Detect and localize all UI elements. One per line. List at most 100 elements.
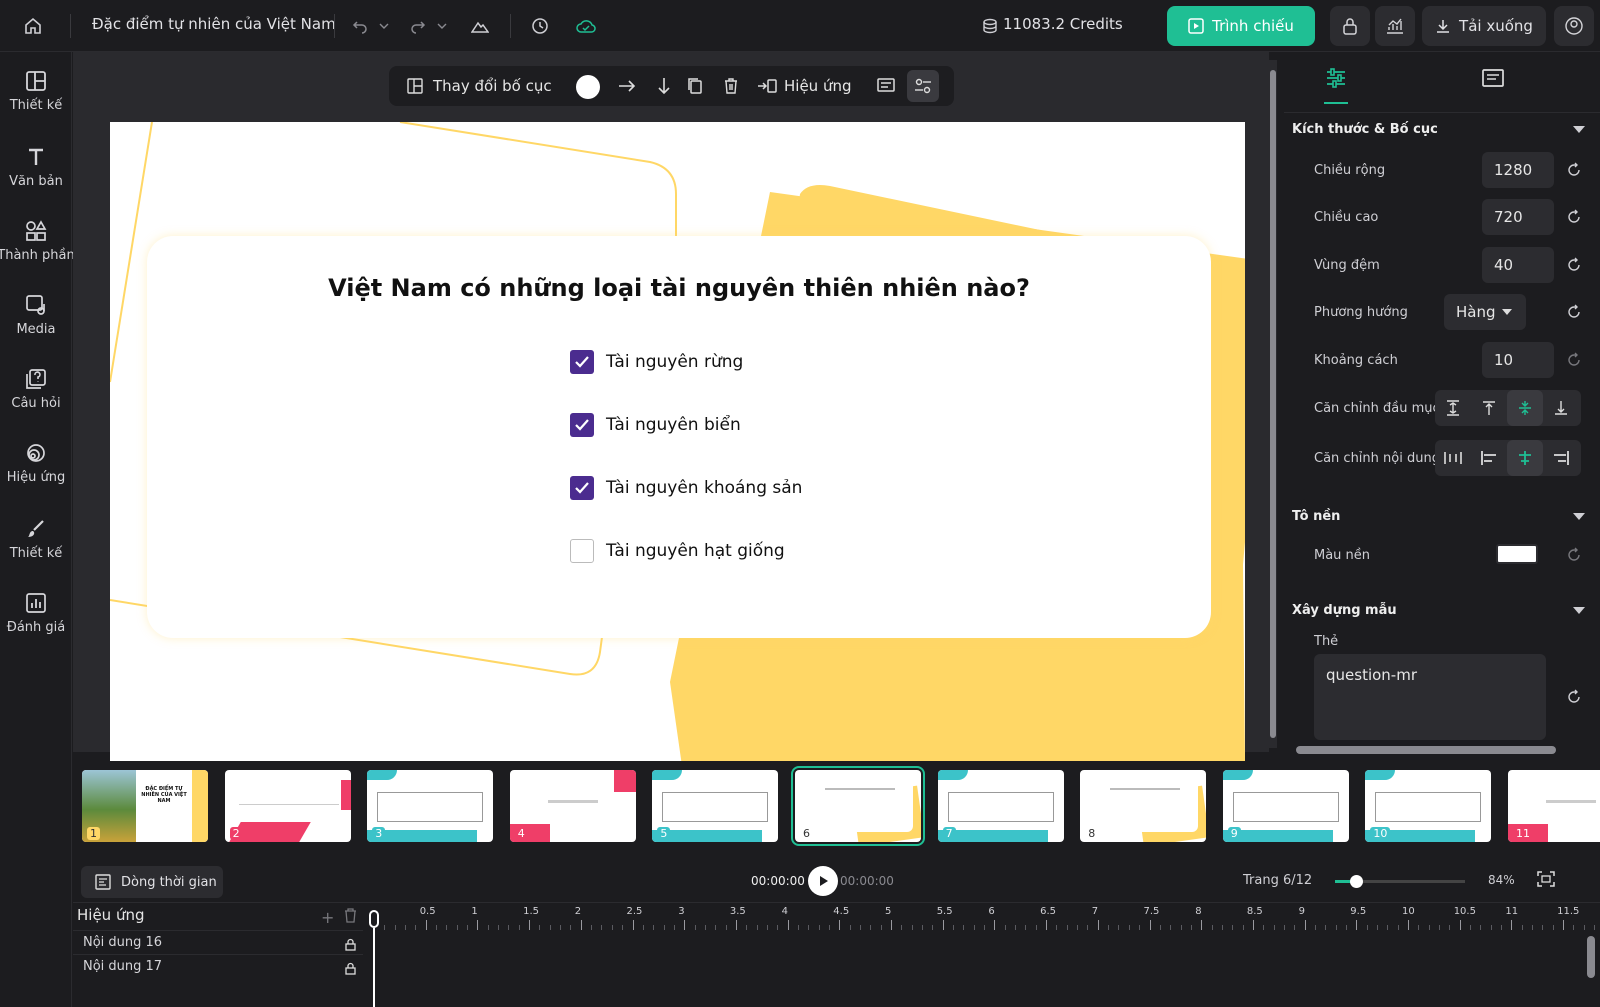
home-icon[interactable] [19,12,47,40]
properties-tab-icon[interactable] [1324,66,1348,94]
align-stretch-icon[interactable] [1435,390,1471,426]
justify-center-icon[interactable] [1507,440,1543,476]
track-row[interactable]: Nội dung 16 [73,930,363,954]
sidebar-item-assessment[interactable]: Đánh giá [0,592,72,658]
ruler-minor-tick [384,925,386,930]
ruler-minor-tick [797,925,799,930]
justify-end-icon[interactable] [1543,440,1579,476]
timeline-scrollbar[interactable] [1587,936,1595,978]
background-color-swatch[interactable] [1496,544,1538,564]
color-picker-button[interactable] [576,75,600,99]
comments-tab-icon[interactable] [1481,68,1505,94]
sidebar-item-components[interactable]: Thành phần [0,220,75,286]
present-button[interactable]: Trình chiếu [1167,6,1315,46]
panel-horizontal-scrollbar[interactable] [1296,746,1556,754]
change-layout-button[interactable]: Thay đổi bố cục [433,77,552,95]
chevron-down-icon[interactable] [428,12,456,40]
reset-icon[interactable] [1566,304,1582,320]
trash-icon[interactable] [723,77,739,99]
chevron-down-icon[interactable] [1573,126,1585,133]
lock-icon[interactable] [345,936,356,955]
zoom-slider-knob[interactable] [1349,875,1363,888]
padding-input[interactable]: 40 [1482,247,1554,283]
slide-thumbnail[interactable]: 9 [1222,770,1349,842]
effects-button[interactable]: Hiệu ứng [784,77,852,95]
reset-icon[interactable] [1566,689,1582,705]
slide-thumbnail[interactable]: 3 [367,770,494,842]
add-track-icon[interactable]: + [321,908,334,927]
settings-sliders-button[interactable] [907,70,939,102]
reset-icon[interactable] [1566,209,1582,225]
slide-thumbnail[interactable]: 10 [1365,770,1492,842]
timeline-button[interactable]: Dòng thời gian [81,866,223,898]
scrollbar-thumb[interactable] [1270,70,1276,738]
download-button[interactable]: Tải xuống [1422,6,1546,46]
align-top-icon[interactable] [1471,390,1507,426]
reset-icon[interactable] [1566,547,1582,563]
chevron-down-icon[interactable] [1573,513,1585,520]
reset-icon[interactable] [1566,162,1582,178]
slide-thumbnail[interactable]: 4 [509,770,636,842]
slide-thumbnail[interactable]: 5 [652,770,779,842]
height-input[interactable]: 720 [1482,199,1554,235]
sidebar-item-design[interactable]: Thiết kế [0,70,72,136]
sidebar-item-brush[interactable]: Thiết kế [0,518,72,584]
fit-screen-icon[interactable] [1537,871,1555,891]
arrow-down-icon[interactable] [657,77,671,99]
align-center-icon[interactable] [1507,390,1543,426]
slide-thumbnail[interactable]: 6 [791,766,925,846]
sidebar-item-effects[interactable]: Hiệu ứng [0,442,72,508]
zoom-slider[interactable] [1335,875,1465,888]
slide-thumbnail[interactable]: 2 [224,770,351,842]
timeline-button-label: Dòng thời gian [121,874,217,890]
track-row[interactable]: Nội dung 17 [73,954,363,978]
answer-option[interactable]: Tài nguyên rừng [570,350,743,374]
section-build-template[interactable]: Xây dựng mẫu [1292,603,1397,618]
document-title[interactable]: Đặc điểm tự nhiên của Việt Nam [92,15,336,33]
gap-input[interactable]: 10 [1482,342,1554,378]
history-icon[interactable] [526,12,554,40]
section-size-layout[interactable]: Kích thước & Bố cục [1292,122,1438,137]
lock-icon[interactable] [345,960,356,979]
lock-button[interactable] [1330,6,1370,46]
checkbox-checked[interactable] [570,350,594,374]
tag-textarea[interactable]: question-mr [1314,654,1546,740]
slide-thumbnail[interactable]: 7 [937,770,1064,842]
slide-canvas[interactable]: Việt Nam có những loại tài nguyên thiên … [110,122,1245,761]
account-button[interactable] [1554,6,1594,46]
checkbox-checked[interactable] [570,413,594,437]
align-bottom-icon[interactable] [1543,390,1579,426]
ruler-minor-tick [456,925,458,930]
checkbox-unchecked[interactable] [570,539,594,563]
section-background[interactable]: Tô nền [1292,509,1340,524]
width-input[interactable]: 1280 [1482,152,1554,188]
direction-select[interactable]: Hàng [1444,294,1526,330]
answer-option[interactable]: Tài nguyên khoáng sản [570,476,802,500]
playhead-handle[interactable] [369,910,379,928]
reset-icon[interactable] [1566,257,1582,273]
justify-start-icon[interactable] [1471,440,1507,476]
arrow-right-icon[interactable] [618,78,636,98]
reset-icon[interactable] [1566,352,1582,368]
sidebar-item-media[interactable]: Media [0,294,72,360]
slide-thumbnail[interactable]: 11 [1508,770,1600,842]
duplicate-icon[interactable] [687,77,703,99]
chevron-down-icon[interactable] [1573,607,1585,614]
sidebar-item-text[interactable]: Văn bản [0,146,72,212]
answer-option[interactable]: Tài nguyên biển [570,413,741,437]
slide-thumbnail[interactable]: ĐẶC ĐIỂM TỰ NHIÊN CỦA VIỆT NAM 1 [82,770,208,842]
chevron-down-icon[interactable] [370,12,398,40]
checkbox-checked[interactable] [570,476,594,500]
mountain-icon[interactable] [466,12,494,40]
sidebar-item-question[interactable]: Câu hỏi [0,368,72,434]
play-button[interactable] [808,866,838,896]
justify-between-icon[interactable] [1435,440,1471,476]
slide-thumbnail[interactable]: 8 [1080,770,1207,842]
analytics-button[interactable] [1375,6,1415,46]
download-icon [1437,20,1450,33]
trash-icon[interactable] [344,908,357,927]
canvas-vertical-scrollbar[interactable] [1269,60,1277,748]
comment-icon[interactable] [877,78,895,98]
timeline-ruler[interactable]: 0.5 1 1.5 2 2.5 3 3.5 4 4.5 5 5.5 6 6.5 7 7.5 8 8.5 9 9.5 1… [374,902,1596,936]
answer-option[interactable]: Tài nguyên hạt giống [570,539,785,563]
